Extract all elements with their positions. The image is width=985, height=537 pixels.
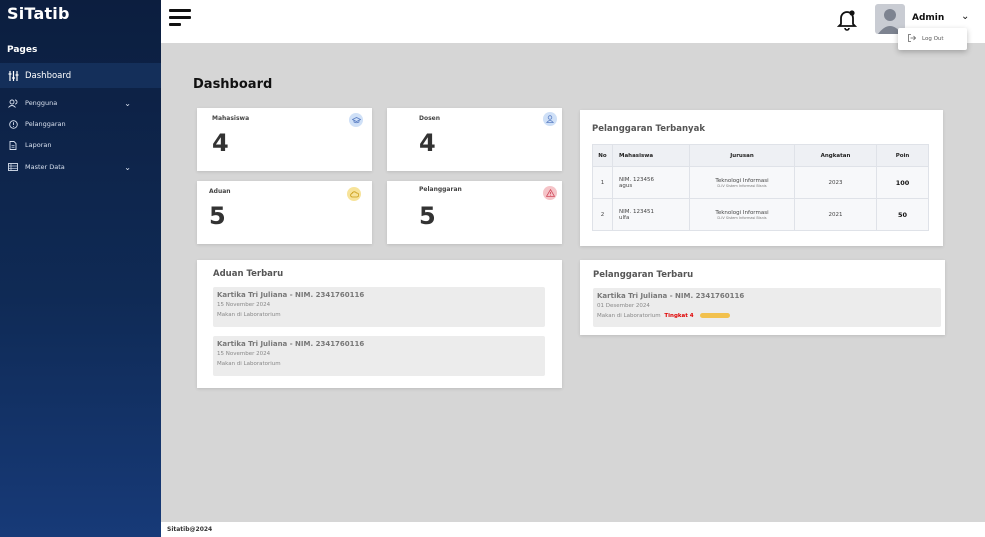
complaint-date: 15 November 2024 — [217, 302, 271, 308]
violation-date: 01 Desember 2024 — [597, 303, 650, 309]
user-icon — [543, 112, 557, 126]
sidebar-item-label: Master Data — [25, 163, 65, 171]
complaint-date: 15 November 2024 — [217, 351, 271, 357]
stat-value: 5 — [209, 202, 226, 230]
stat-card-pelanggaran: Pelanggaran 5 — [387, 181, 562, 244]
complaint-desc: Makan di Laboratorium — [217, 312, 281, 318]
sidebar-item-pengguna[interactable]: Pengguna ⌄ — [0, 96, 161, 110]
stat-label: Aduan — [209, 188, 231, 195]
users-icon — [7, 97, 19, 109]
latest-violations-panel: Pelanggaran Terbaru Kartika Tri Juliana … — [580, 260, 945, 335]
brand-logo[interactable]: SiTatib — [7, 4, 70, 23]
cell-no: 2 — [592, 198, 613, 231]
sliders-icon — [7, 70, 19, 82]
violation-title: Kartika Tri Juliana - NIM. 2341760116 — [597, 292, 745, 300]
cell-jurusan: Teknologi Informasi D-IV Sistem Informas… — [689, 198, 795, 231]
jurusan-name: Teknologi Informasi — [715, 209, 769, 216]
menu-toggle-icon[interactable] — [169, 9, 191, 29]
student-name: agus — [619, 182, 633, 189]
chevron-down-icon: ⌄ — [124, 98, 131, 108]
sidebar-item-label: Dashboard — [25, 70, 72, 81]
complaint-desc: Makan di Laboratorium — [217, 361, 281, 367]
latest-complaints-panel: Aduan Terbaru Kartika Tri Juliana - NIM.… — [197, 260, 562, 388]
document-icon — [7, 139, 19, 151]
topbar: Admin ⌄ — [161, 0, 985, 43]
chevron-down-icon: ⌄ — [124, 162, 131, 172]
stat-card-dosen: Dosen 4 — [387, 108, 562, 171]
column-header: Jurusan — [689, 144, 795, 167]
table-row[interactable]: 2 NIM. 123451 ulfa Teknologi Informasi D… — [592, 198, 929, 231]
complaint-title: Kartika Tri Juliana - NIM. 2341760116 — [217, 340, 365, 348]
sidebar-item-laporan[interactable]: Laporan — [0, 138, 161, 152]
sidebar-item-label: Pelanggaran — [25, 120, 66, 128]
page-title: Dashboard — [193, 77, 273, 92]
sidebar-item-dashboard[interactable]: Dashboard — [0, 63, 161, 88]
user-name[interactable]: Admin — [912, 13, 944, 23]
column-header: No — [592, 144, 613, 167]
table-header-row: No Mahasiswa Jurusan Angkatan Poin — [592, 144, 929, 167]
prodi-name: D-IV Sistem Informasi Bisnis — [717, 215, 767, 220]
sidebar: SiTatib Pages Dashboard Pengguna ⌄ Pelan… — [0, 0, 161, 537]
notification-bell-icon[interactable] — [836, 9, 858, 31]
chevron-down-icon[interactable]: ⌄ — [961, 11, 969, 22]
column-header: Mahasiswa — [612, 144, 690, 167]
column-header: Angkatan — [794, 144, 877, 167]
stat-label: Mahasiswa — [212, 115, 250, 122]
complaint-title: Kartika Tri Juliana - NIM. 2341760116 — [217, 291, 365, 299]
cell-no: 1 — [592, 166, 613, 199]
sidebar-item-master-data[interactable]: Master Data ⌄ — [0, 160, 161, 174]
cell-mahasiswa: NIM. 123451 ulfa — [612, 198, 690, 231]
violation-level-bar — [700, 313, 731, 318]
student-name: ulfa — [619, 214, 630, 221]
jurusan-name: Teknologi Informasi — [715, 177, 769, 184]
top-violations-panel: Pelanggaran Terbanyak No Mahasiswa Jurus… — [580, 110, 943, 246]
list-icon — [7, 161, 19, 173]
stat-value: 4 — [212, 129, 229, 157]
footer: Sitatib@2024 — [161, 522, 985, 537]
cell-angkatan: 2021 — [794, 198, 877, 231]
cloud-icon — [347, 187, 361, 201]
graduation-cap-icon — [349, 113, 363, 127]
column-header: Poin — [876, 144, 929, 167]
cell-mahasiswa: NIM. 123456 agus — [612, 166, 690, 199]
prodi-name: D-IV Sistem Informasi Bisnis — [717, 183, 767, 188]
cell-poin: 100 — [876, 166, 929, 199]
cell-angkatan: 2023 — [794, 166, 877, 199]
violation-level: Tingkat 4 — [664, 313, 694, 319]
panel-title: Pelanggaran Terbaru — [593, 270, 694, 280]
stat-value: 5 — [419, 202, 436, 230]
violation-desc-row: Makan di Laboratorium Tingkat 4 — [597, 313, 731, 319]
logout-icon — [908, 34, 917, 44]
logout-menu-item[interactable]: Log Out — [898, 28, 967, 50]
panel-title: Aduan Terbaru — [213, 269, 284, 279]
sidebar-item-label: Pengguna — [25, 99, 58, 107]
cell-jurusan: Teknologi Informasi D-IV Sistem Informas… — [689, 166, 795, 199]
panel-title: Pelanggaran Terbanyak — [592, 124, 705, 134]
stat-card-aduan: Aduan 5 — [197, 181, 372, 244]
stat-card-mahasiswa: Mahasiswa 4 — [197, 108, 372, 171]
violation-desc: Makan di Laboratorium — [597, 313, 661, 319]
alert-circle-icon — [7, 118, 19, 130]
sidebar-section-title: Pages — [7, 45, 38, 55]
stat-label: Pelanggaran — [419, 186, 462, 193]
violation-item[interactable]: Kartika Tri Juliana - NIM. 2341760116 01… — [593, 288, 941, 327]
logout-label: Log Out — [922, 36, 944, 42]
warning-icon — [543, 186, 557, 200]
complaint-item[interactable]: Kartika Tri Juliana - NIM. 2341760116 15… — [213, 336, 545, 376]
stat-value: 4 — [419, 129, 436, 157]
cell-poin: 50 — [876, 198, 929, 231]
top-violations-table: No Mahasiswa Jurusan Angkatan Poin 1 NIM… — [592, 144, 929, 231]
table-row[interactable]: 1 NIM. 123456 agus Teknologi Informasi D… — [592, 166, 929, 199]
stat-label: Dosen — [419, 115, 441, 122]
complaint-item[interactable]: Kartika Tri Juliana - NIM. 2341760116 15… — [213, 287, 545, 327]
sidebar-item-label: Laporan — [25, 141, 52, 149]
sidebar-item-pelanggaran[interactable]: Pelanggaran — [0, 117, 161, 131]
